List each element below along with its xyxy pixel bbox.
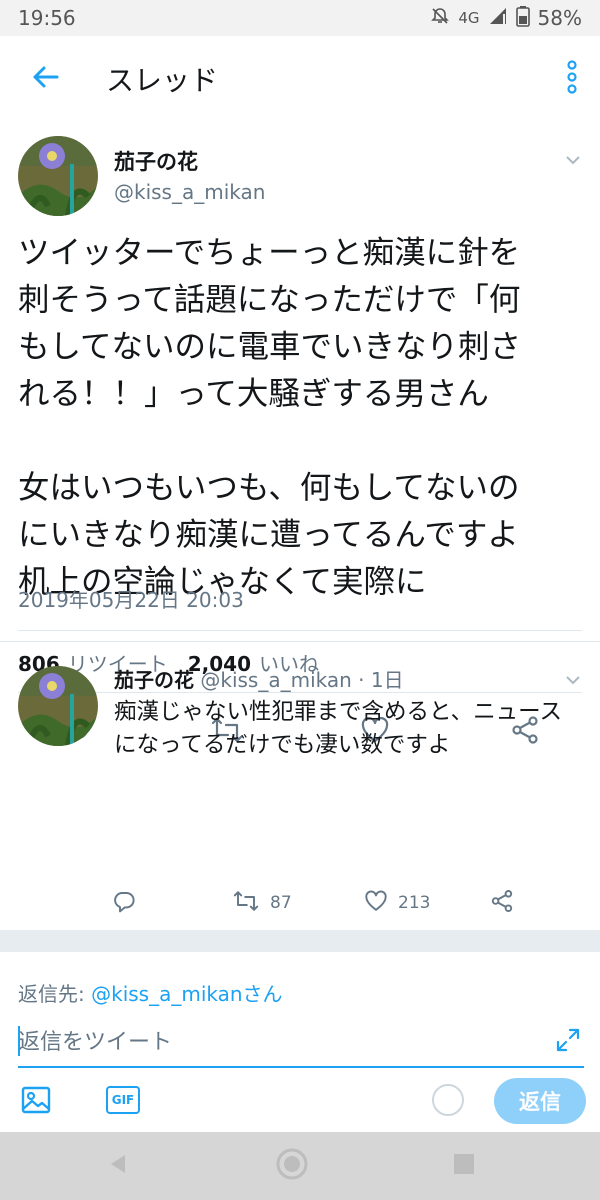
avatar[interactable] (18, 666, 98, 746)
more-options-icon (565, 60, 579, 98)
nav-recents-button[interactable] (444, 1146, 484, 1186)
like-button[interactable]: 213 (364, 886, 430, 920)
reply-to-label: 返信先: (18, 982, 85, 1006)
share-button[interactable] (490, 886, 514, 920)
retweet-button[interactable]: 87 (232, 886, 292, 920)
tweet-text-line: ツイッターでちょーっと痴漢に針を (18, 235, 521, 271)
tweet-text-line: もしてないのに電車でいきなり刺さ (18, 329, 522, 365)
reply-to-mention[interactable]: @kiss_a_mikanさん (91, 982, 282, 1006)
page-title: スレッド (106, 64, 219, 97)
reply-actions: 87 213 (0, 886, 600, 920)
display-name[interactable]: 茄子の花 (114, 146, 198, 176)
system-nav-bar (0, 1132, 600, 1200)
avatar[interactable] (18, 136, 98, 216)
back-button[interactable] (0, 36, 90, 122)
reply-submit-button[interactable]: 返信 (494, 1078, 586, 1124)
chevron-down-icon (565, 150, 581, 169)
composer-toolbar: GIF 返信 (0, 1074, 600, 1130)
add-image-button[interactable] (20, 1084, 52, 1116)
display-name[interactable]: 茄子の花 (114, 668, 194, 692)
tweet-text-line: れる！！」って大騒ぎする男さん (18, 376, 489, 412)
network-label: 4G (458, 9, 480, 27)
status-bar: 19:56 4G 58% (0, 0, 600, 36)
battery-icon (515, 5, 530, 32)
nav-back-button[interactable] (98, 1146, 138, 1186)
add-gif-button[interactable]: GIF (106, 1086, 140, 1114)
tweet-menu-button[interactable] (562, 668, 584, 690)
reply-text: 痴漢じゃない性犯罪まで含めると、ニュース になってるだけでも凄い数ですよ (114, 696, 584, 762)
status-icons: 4G 58% (430, 5, 582, 32)
user-handle[interactable]: @kiss_a_mikan (114, 180, 265, 204)
character-counter-ring (432, 1084, 464, 1116)
battery-level: 58% (537, 6, 582, 30)
retweet-count: 87 (270, 893, 292, 913)
tweet-text-line: にいきなり痴漢に遭ってるんですよ (18, 517, 519, 553)
mute-icon (430, 6, 450, 31)
handle-and-time: @kiss_a_mikan · 1日 (200, 668, 404, 692)
reply-tweet[interactable]: 茄子の花 @kiss_a_mikan · 1日 痴漢じゃない性犯罪まで含めると、… (0, 642, 600, 928)
tweet-timestamp: 2019年05月22日 20:03 (18, 588, 244, 612)
share-icon (490, 889, 514, 918)
like-icon (364, 889, 388, 918)
nav-home-button[interactable] (272, 1146, 312, 1186)
reply-icon (112, 889, 136, 918)
expand-composer-button[interactable] (554, 1028, 582, 1056)
reply-button[interactable] (112, 886, 136, 920)
home-circle-icon (275, 1147, 309, 1185)
tweet-text-line: 刺そうって話題になっただけで「何 (18, 282, 521, 318)
tweet-menu-button[interactable] (562, 148, 584, 170)
divider (18, 630, 582, 631)
reply-text-line: になってるだけでも凄い数ですよ (114, 732, 451, 758)
retweet-icon (232, 889, 260, 918)
chevron-down-icon (565, 670, 581, 689)
reply-input[interactable] (18, 1020, 538, 1064)
tweet-text: ツイッターでちょーっと痴漢に針を 刺そうって話題になっただけで「何 もしてないの… (18, 230, 584, 606)
more-options-button[interactable] (558, 54, 586, 104)
back-arrow-icon (30, 62, 60, 96)
thread-header: スレッド (0, 36, 600, 122)
back-triangle-icon (106, 1152, 130, 1180)
reply-to-line: 返信先: @kiss_a_mikanさん (18, 978, 283, 1007)
section-separator (0, 930, 600, 952)
status-time: 19:56 (18, 6, 76, 30)
reply-input-container (18, 1020, 584, 1068)
tweet-text-line: 女はいつもいつも、何もしてないの (18, 470, 520, 506)
like-count: 213 (398, 893, 431, 913)
reply-text-line: 痴漢じゃない性犯罪まで含めると、ニュース (114, 699, 562, 725)
recents-square-icon (452, 1152, 476, 1180)
text-cursor (18, 1026, 20, 1056)
signal-icon (488, 6, 508, 31)
image-icon (20, 1086, 52, 1120)
reply-header: 茄子の花 @kiss_a_mikan · 1日 (114, 664, 404, 693)
expand-icon (555, 1027, 581, 1057)
